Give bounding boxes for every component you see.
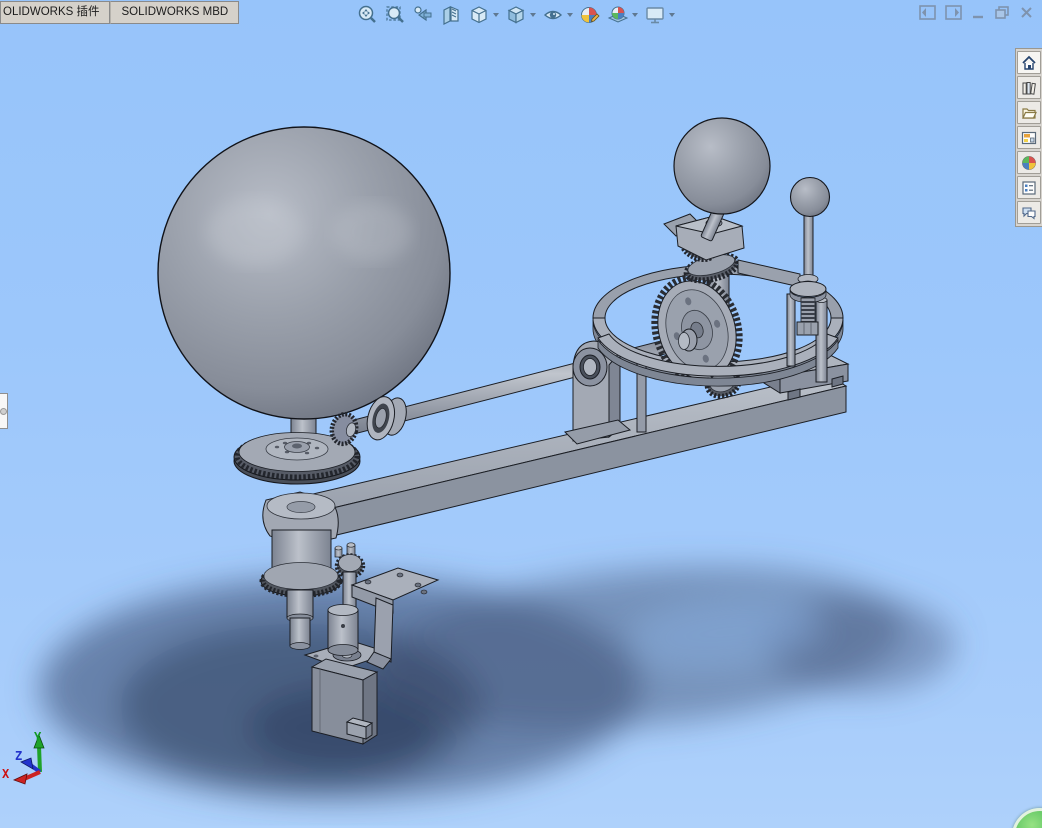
zoom-to-fit-icon [358,5,376,23]
display-style-icon [507,6,525,24]
chevron-down-icon[interactable] [669,13,675,17]
graphics-viewport[interactable]: Y Z X [0,0,1042,828]
chevron-down-icon[interactable] [493,13,499,17]
zoom-to-fit-button[interactable] [355,3,379,27]
zoom-to-area-button[interactable] [383,3,407,27]
task-pane-solidworks-resources[interactable] [1017,51,1041,74]
axis-z-label: Z [15,749,22,763]
reference-triad: Y Z X [2,730,45,785]
moon-link-arm[interactable] [737,259,801,288]
restore-button[interactable] [994,5,1010,20]
view-settings-icon [646,7,664,24]
axis-y-label: Y [34,730,42,744]
minimize-button[interactable] [971,5,985,20]
view-palette-icon [1021,131,1037,144]
task-pane-file-explorer[interactable] [1017,101,1041,124]
previous-view-icon [414,6,432,22]
task-pane-custom-properties[interactable] [1017,176,1041,199]
tab-solidworks-mbd[interactable]: SOLIDWORKS MBD [110,1,240,24]
tab-solidworks-addins[interactable]: OLIDWORKS 插件 [0,1,111,24]
stepped-shaft[interactable] [286,589,314,650]
custom-properties-icon [1022,180,1036,195]
view-orientation-button[interactable] [467,3,500,27]
appearances-scenes-icon [1022,155,1036,170]
earth-sphere[interactable] [673,117,771,215]
hide-show-items-button[interactable] [541,3,574,27]
chevron-down-icon[interactable] [567,13,573,17]
orrery-model[interactable]: Y Z X [0,0,1042,828]
task-pane-appearances-scenes[interactable] [1017,151,1041,174]
task-pane-design-library[interactable] [1017,76,1041,99]
apply-scene-button[interactable] [606,3,639,27]
view-orientation-icon [471,6,487,24]
window-controls [910,5,1034,20]
task-pane-solidworks-forum[interactable] [1017,201,1041,224]
design-library-icon [1022,81,1036,95]
axis-x-label: X [2,767,10,781]
motor-pinion-gear[interactable] [334,542,366,579]
gear-motor-box[interactable] [310,658,379,745]
feature-tree-collapse-handle[interactable] [0,393,8,429]
edit-appearance-button[interactable] [578,3,602,27]
collapse-panel-right-icon [945,5,962,20]
previous-view-button[interactable] [411,3,435,27]
shaft-coupling[interactable] [327,604,359,656]
section-view-button[interactable] [439,3,463,27]
command-manager-tabs: OLIDWORKS 插件 SOLIDWORKS MBD [0,1,240,24]
hide-show-items-icon [543,10,563,20]
edit-appearance-icon [581,7,600,23]
collapse-panel-left-icon [919,5,936,20]
chevron-down-icon[interactable] [632,13,638,17]
heads-up-toolbar [353,3,678,27]
zoom-to-area-icon [386,6,404,23]
apply-scene-icon [607,6,629,23]
close-icon [1021,7,1032,18]
section-view-icon [443,6,459,25]
collapse-panel-right-button[interactable] [945,5,962,20]
restore-icon [995,6,1009,19]
task-pane-view-palette[interactable] [1017,126,1041,149]
moon-sphere[interactable] [789,176,831,218]
collapse-panel-left-button[interactable] [919,5,936,20]
sun-sphere[interactable] [157,126,451,420]
solidworks-forum-icon [1022,206,1036,220]
chevron-down-icon[interactable] [530,13,536,17]
display-style-button[interactable] [504,3,537,27]
close-button[interactable] [1019,5,1034,20]
view-settings-button[interactable] [643,3,676,27]
minimize-icon [973,15,983,19]
ground-shadow [40,566,955,800]
file-explorer-icon [1022,107,1037,119]
solidworks-resources-icon [1022,55,1036,70]
task-pane [1015,48,1042,227]
